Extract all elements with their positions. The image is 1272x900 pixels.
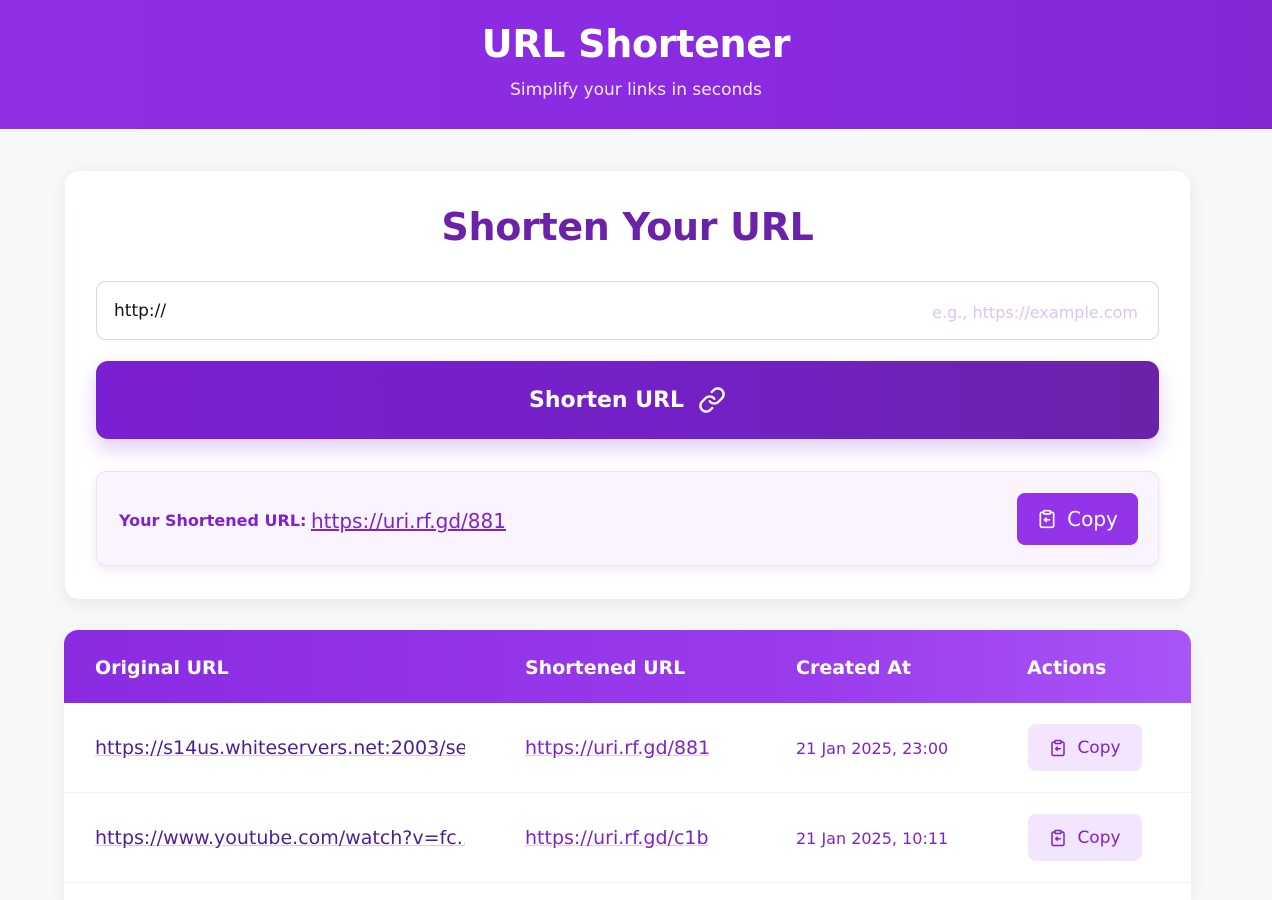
column-header-original: Original URL	[95, 657, 229, 679]
shorten-card: Shorten Your URL http:// e.g., https://e…	[65, 171, 1190, 599]
shortened-url-link[interactable]: https://uri.rf.gd/881	[311, 509, 506, 533]
table-row: https://s14us.whiteservers.net:2003/se..…	[64, 703, 1191, 793]
column-header-actions: Actions	[1027, 657, 1107, 679]
app-subtitle: Simplify your links in seconds	[510, 80, 762, 100]
original-url-link[interactable]: https://www.youtube.com/watch?v=fc...	[95, 827, 465, 849]
history-table: Original URL Shortened URL Created At Ac…	[64, 630, 1191, 900]
shortened-url-link[interactable]: https://uri.rf.gd/c1b	[525, 827, 709, 849]
clipboard-icon	[1049, 829, 1067, 847]
shortened-url-result: Your Shortened URL: https://uri.rf.gd/88…	[96, 471, 1159, 566]
shorten-url-button[interactable]: Shorten URL	[96, 361, 1159, 439]
table-header: Original URL Shortened URL Created At Ac…	[64, 630, 1191, 703]
clipboard-icon	[1049, 739, 1067, 757]
row-copy-button[interactable]: Copy	[1028, 814, 1142, 861]
app-header: URL Shortener Simplify your links in sec…	[0, 0, 1272, 129]
column-header-shortened: Shortened URL	[525, 657, 686, 679]
url-input-placeholder: e.g., https://example.com	[932, 303, 1138, 322]
result-label: Your Shortened URL:	[119, 511, 307, 530]
created-at: 21 Jan 2025, 10:11	[796, 829, 949, 848]
copy-shortened-url-button[interactable]: Copy	[1017, 493, 1138, 545]
shorten-url-label: Shorten URL	[528, 387, 685, 413]
created-at: 21 Jan 2025, 23:00	[796, 739, 949, 758]
table-row: https://www.youtube.com/watch?v=fc... ht…	[64, 793, 1191, 883]
card-title: Shorten Your URL	[441, 205, 814, 249]
shortened-url-link[interactable]: https://uri.rf.gd/881	[525, 737, 710, 759]
row-copy-button[interactable]: Copy	[1028, 724, 1142, 771]
original-url-link[interactable]: https://s14us.whiteservers.net:2003/se..…	[95, 737, 465, 759]
url-input[interactable]: http:// e.g., https://example.com	[96, 281, 1159, 340]
row-copy-label: Copy	[1077, 827, 1121, 848]
app-title: URL Shortener	[481, 22, 791, 66]
row-copy-label: Copy	[1077, 737, 1121, 758]
copy-label: Copy	[1067, 507, 1118, 531]
column-header-created: Created At	[796, 657, 911, 679]
link-icon	[698, 386, 726, 414]
clipboard-icon	[1037, 509, 1057, 529]
url-input-value[interactable]: http://	[114, 301, 166, 321]
